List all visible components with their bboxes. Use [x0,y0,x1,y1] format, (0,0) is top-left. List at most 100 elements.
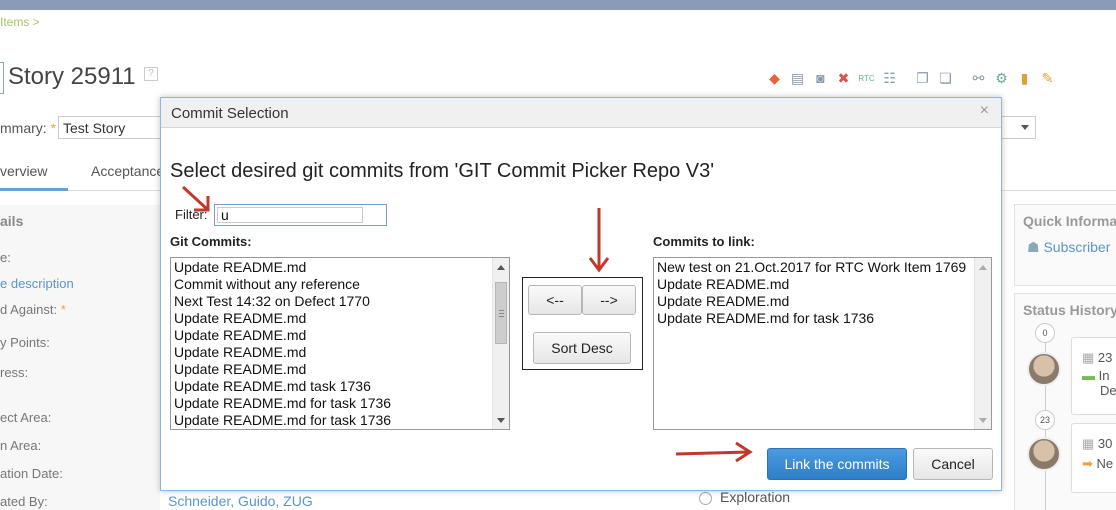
git-commits-list[interactable]: Update README.md Commit without any refe… [170,257,510,430]
dialog-heading: Select desired git commits from 'GIT Com… [170,160,715,182]
top-bar [0,0,1116,10]
commits-to-link-label: Commits to link: [653,234,755,249]
toolbar: ◆ ▤ ◙ ✖ RTC ☷ ❐ ❏ ⚯ ⚙ ▮ ✎ [766,70,1056,87]
right-select[interactable] [1000,116,1036,139]
details-panel [0,205,160,510]
annotation-arrow-link-icon [675,441,753,463]
list-item[interactable]: Update README.md [171,310,509,327]
grip-line [499,313,504,314]
grip-line [499,310,504,311]
status-card-line: ▦ 30 [1072,424,1116,452]
sort-desc-button[interactable]: Sort Desc [533,332,631,364]
timeline-badge: 23 [1035,410,1055,430]
status-card-state: In [1098,368,1110,383]
project-area-label: ect Area: [0,410,52,425]
status-card: ▦ 30 ➡ Ne [1071,423,1116,493]
list-item[interactable]: Update README.md [171,327,509,344]
exploration-label: Exploration [720,489,791,505]
git-commits-scrollbar[interactable] [492,258,509,429]
found-against-label: d Against: * [0,302,66,317]
calendar-icon: ▦ [1082,350,1098,365]
list-item[interactable]: Update README.md task 1736 [171,378,509,395]
list-item[interactable]: Update README.md for task 1736 [171,412,509,429]
status-card-date: 30 [1097,436,1113,451]
status-card-line: ➡ Ne [1072,452,1116,472]
arrow-right-icon: ➡ [1082,456,1097,471]
annotation-arrow-buttons-icon [588,208,610,273]
rtc-icon[interactable]: RTC [858,70,875,87]
commits-to-link-list[interactable]: New test on 21.Oct.2017 for RTC Work Ite… [653,257,992,430]
tab-overview[interactable]: verview [0,163,47,179]
print-icon[interactable]: ▤ [789,70,806,87]
scroll-down-icon[interactable] [979,418,987,423]
tab-acceptance[interactable]: Acceptance [91,163,164,179]
git-commits-label: Git Commits: [170,234,252,249]
status-card-extra: De [1100,383,1116,398]
list-item[interactable]: Update README.md [171,344,509,361]
scroll-thumb[interactable] [495,282,507,344]
tab-overview-indicator [0,188,68,191]
list-item[interactable]: Update README.md [654,276,991,293]
list-item[interactable]: Next Test 14:32 on Defect 1770 [171,293,509,310]
clipboard-icon[interactable]: ▮ [1016,70,1033,87]
exploration-radio[interactable]: Exploration [699,489,790,505]
list-item[interactable]: Update README.md [171,361,509,378]
list-item[interactable]: Update README.md [654,293,991,310]
summary-label: mmary: * [0,120,56,136]
description-link[interactable]: e description [0,276,74,291]
list-item[interactable]: Update README.md for task 1736 [654,310,991,327]
commit-selection-dialog: Commit Selection × Select desired git co… [160,97,1002,491]
delete-icon[interactable]: ✖ [835,70,852,87]
avatar [1027,437,1061,471]
scroll-up-icon[interactable] [979,265,987,270]
list-item[interactable]: Update README.md [171,259,509,276]
close-icon[interactable]: × [980,102,989,120]
found-against-text: d Against: [0,302,58,317]
duplicate-icon[interactable]: ❏ [937,70,954,87]
created-by-label: ated By: [0,494,48,509]
required-star: * [50,120,57,136]
link-icon[interactable]: ⚯ [970,70,987,87]
merge-icon[interactable]: ⚙ [993,70,1010,87]
filter-input[interactable] [217,207,363,223]
copy-icon[interactable]: ❐ [914,70,931,87]
annotation-arrow-filter-icon [181,185,210,212]
commits-to-link-scrollbar[interactable] [974,258,991,429]
edit-icon[interactable]: ✎ [1039,70,1056,87]
help-icon[interactable]: ? [144,67,158,81]
move-right-button[interactable]: --> [582,285,636,315]
list-item[interactable]: Update README.md for task 1736 [171,395,509,412]
cancel-button[interactable]: Cancel [913,448,993,480]
workflow-icon[interactable]: ◆ [766,70,783,87]
grip-line [499,316,504,317]
move-left-button[interactable]: <-- [528,285,582,315]
list-item[interactable]: New test on 21.Oct.2017 for RTC Work Ite… [654,259,991,276]
dialog-header: Commit Selection × [161,98,1001,128]
scroll-down-icon[interactable] [497,418,505,423]
status-card-date: 23 [1097,350,1113,365]
status-card: ▦ 23 ▬ In De [1071,337,1116,415]
link-commits-button[interactable]: Link the commits [767,448,907,480]
radio-icon[interactable] [699,491,712,505]
calendar-icon: ▦ [1082,436,1098,451]
progress-label: ress: [0,365,29,380]
status-card-line: ▬ In [1072,366,1116,383]
breadcrumb[interactable]: Items > [0,15,40,29]
required-star: * [60,302,66,317]
summary-input[interactable]: Test Story [58,116,168,139]
list-item[interactable]: Commit without any reference [171,276,509,293]
status-history-title: Status History [1023,302,1116,318]
page-title: Story 25911 [8,63,136,90]
type-icon [0,62,4,94]
hierarchy-icon[interactable]: ☷ [881,70,898,87]
summary-label-text: mmary: [0,120,47,136]
subscribers-label: Subscriber [1043,239,1111,255]
filter-field [214,204,387,226]
scroll-up-icon[interactable] [497,265,505,270]
state-icon: ▬ [1082,368,1099,383]
subscribers-link[interactable]: ☗ Subscriber [1015,229,1116,256]
status-card-line: ▦ 23 [1072,338,1116,366]
camera-icon[interactable]: ◙ [812,70,829,87]
created-by-link[interactable]: Schneider, Guido, ZUG [168,493,313,509]
avatar [1027,352,1061,386]
